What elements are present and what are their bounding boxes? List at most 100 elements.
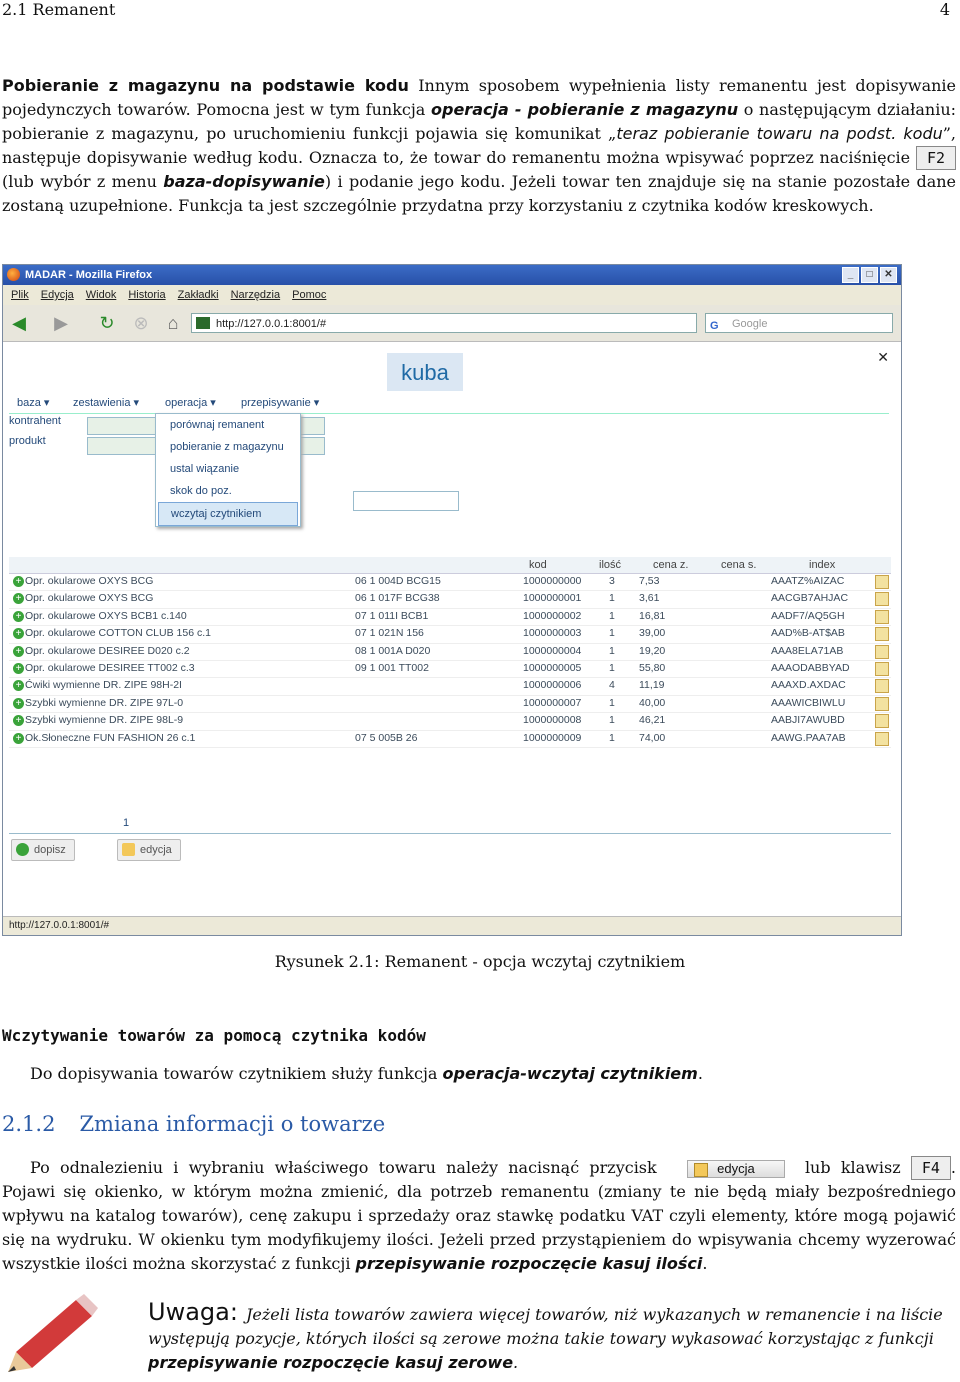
plus-icon[interactable]: + <box>13 715 24 727</box>
plus-icon[interactable]: + <box>13 593 24 605</box>
cell-name: Szybki wymienne DR. ZIPE 97L-0 <box>25 696 184 709</box>
edit-icon[interactable] <box>875 575 889 589</box>
forward-icon[interactable]: ▶ <box>51 313 71 333</box>
cell-cena: 46,21 <box>639 714 666 727</box>
edit-icon[interactable] <box>875 644 889 659</box>
search-input[interactable]: G Google <box>705 313 893 333</box>
plus-icon[interactable]: + <box>13 732 24 744</box>
operacja-dropdown: porównaj remanent pobieranie z magazynu … <box>155 413 301 527</box>
cell-name: Opr. okularowe OXYS BCB1 c.140 <box>25 609 187 622</box>
figure-caption: Rysunek 2.1: Remanent - opcja wczytaj cz… <box>274 952 686 971</box>
plus-icon[interactable]: + <box>13 576 24 587</box>
column-header[interactable]: ilość <box>599 559 621 571</box>
dropdown-item[interactable]: pobieranie z magazynu <box>156 436 300 458</box>
add-button[interactable]: dopisz <box>11 839 75 861</box>
dropdown-item[interactable]: porównaj remanent <box>156 414 300 436</box>
cell-index: AAA8ELA71AB <box>771 644 844 657</box>
cell-name: Opr. okularowe DESIREE D020 c.2 <box>25 644 190 657</box>
edit-icon[interactable] <box>875 679 889 694</box>
plus-icon[interactable]: + <box>13 645 24 657</box>
dropdown-item[interactable]: skok do poz. <box>156 480 300 502</box>
edit-icon[interactable] <box>875 627 889 642</box>
address-bar[interactable]: http://127.0.0.1:8001/# <box>191 313 697 333</box>
table-row[interactable]: + Opr. okularowe COTTON CLUB 156 c.1 07 1 … <box>9 626 891 644</box>
cell-index: AAAWICBIWLU <box>771 696 846 709</box>
menu-historia[interactable]: Historia <box>128 285 165 305</box>
table-row[interactable]: + Opr. okularowe DESIREE D020 c.2 08 1 001… <box>9 644 891 661</box>
edit-icon[interactable] <box>875 731 889 746</box>
dropdown-item-selected[interactable]: wczytaj czytnikiem <box>158 502 298 526</box>
product-search-input[interactable] <box>353 491 459 511</box>
stop-icon[interactable]: ⊗ <box>131 313 151 333</box>
minimize-icon[interactable]: _ <box>842 267 859 283</box>
browser-menubar: Plik Edycja Widok Historia Zakładki Narz… <box>3 285 901 305</box>
plus-icon[interactable]: + <box>13 628 24 640</box>
cell-name: Opr. okularowe COTTON CLUB 156 c.1 <box>25 627 211 640</box>
menu-pomoc[interactable]: Pomoc <box>292 285 326 305</box>
column-header[interactable]: cena s. <box>721 559 756 571</box>
menu-widok[interactable]: Widok <box>86 285 117 305</box>
plus-icon[interactable]: + <box>13 680 24 692</box>
edit-icon[interactable] <box>875 592 889 607</box>
edit-icon[interactable] <box>875 609 889 624</box>
dropdown-item[interactable]: ustal wiązanie <box>156 458 300 480</box>
cell-ilosc: 1 <box>609 592 615 605</box>
plus-icon[interactable]: + <box>13 697 24 709</box>
cell-code: 06 1 004D BCG15 <box>355 575 441 587</box>
cell-name: Opr. okularowe OXYS BCG <box>25 575 154 587</box>
cell-index: AAAXD.AXDAC <box>771 679 846 692</box>
close-icon[interactable]: ✕ <box>880 267 897 283</box>
cell-kod: 1000000006 <box>523 679 582 692</box>
edit-icon[interactable] <box>875 696 889 711</box>
edit-icon[interactable] <box>875 661 889 676</box>
cell-name: Ćwiki wymienne DR. ZIPE 98H-2I <box>25 679 182 692</box>
plus-icon[interactable]: + <box>13 610 24 622</box>
pager-page[interactable]: 1 <box>123 817 129 829</box>
menu-przepisywanie[interactable]: przepisywanie ▾ <box>241 396 319 409</box>
page-header: 2.1 Remanent 4 <box>2 0 950 22</box>
text-italic: Jeżeli lista towarów zawiera więcej towa… <box>148 1305 943 1348</box>
text-emph: operacja-wczytaj czytnikiem <box>442 1064 698 1083</box>
column-header[interactable]: kod <box>529 559 547 571</box>
home-icon[interactable]: ⌂ <box>163 313 183 333</box>
table-row[interactable]: + Opr. okularowe OXYS BCG 06 1 017F BCG38 1… <box>9 591 891 609</box>
table-row[interactable]: + Opr. okularowe DESIREE TT002 c.3 09 1 00… <box>9 661 891 679</box>
edit-button[interactable]: edycja <box>117 839 181 861</box>
menu-narzedzia[interactable]: Narzędzia <box>231 285 281 305</box>
reload-icon[interactable]: ↻ <box>97 313 117 333</box>
menu-zestawienia[interactable]: zestawienia ▾ <box>73 396 139 409</box>
edit-icon[interactable] <box>875 714 889 729</box>
table-row[interactable]: + Szybki wymienne DR. ZIPE 97L-0 100000000… <box>9 696 891 714</box>
label-kontrahent: kontrahent <box>9 415 61 427</box>
cell-cena: 40,00 <box>639 696 666 709</box>
menu-zakladki[interactable]: Zakładki <box>178 285 219 305</box>
table-row[interactable]: + Opr. okularowe OXYS BCG 06 1 004D BCG15 1… <box>9 574 891 592</box>
cell-code: 06 1 017F BCG38 <box>355 592 440 605</box>
close-icon[interactable]: ✕ <box>877 349 889 366</box>
menu-operacja[interactable]: operacja ▾ <box>165 396 216 409</box>
firefox-icon <box>7 268 20 281</box>
maximize-icon[interactable]: □ <box>861 267 878 283</box>
cell-index: AACGB7AHJAC <box>771 592 849 605</box>
cell-name: Opr. okularowe OXYS BCG <box>25 592 154 605</box>
cell-code: 07 5 005B 26 <box>355 731 418 744</box>
table-row[interactable]: + Opr. okularowe OXYS BCB1 c.140 07 1 011I… <box>9 609 891 627</box>
column-header[interactable]: cena z. <box>653 559 688 571</box>
column-header[interactable]: index <box>809 559 835 571</box>
table-row[interactable]: + Ok.Słoneczne FUN FASHION 26 c.1 07 5 005… <box>9 731 891 748</box>
google-icon: G <box>710 320 719 332</box>
table-row[interactable]: + Szybki wymienne DR. ZIPE 98L-9 100000000… <box>9 713 891 731</box>
menu-edycja[interactable]: Edycja <box>41 285 74 305</box>
cell-cena: 11,19 <box>639 679 665 692</box>
menu-baza[interactable]: baza ▾ <box>17 396 49 409</box>
plus-icon[interactable]: + <box>13 662 24 674</box>
favicon-icon <box>196 317 210 329</box>
back-icon[interactable]: ◀ <box>9 313 29 333</box>
cell-cena: 74,00 <box>639 731 666 744</box>
table-row[interactable]: + Ćwiki wymienne DR. ZIPE 98H-2I 100000000… <box>9 678 891 696</box>
cell-code: 07 1 021N 156 <box>355 627 424 640</box>
text: Do dopisywania towarów czytnikiem służy … <box>30 1064 443 1083</box>
menu-plik[interactable]: Plik <box>11 285 29 305</box>
cell-name: Szybki wymienne DR. ZIPE 98L-9 <box>25 714 184 727</box>
page-content: kuba ✕ baza ▾ zestawienia ▾ operacja ▾ p… <box>3 343 901 917</box>
